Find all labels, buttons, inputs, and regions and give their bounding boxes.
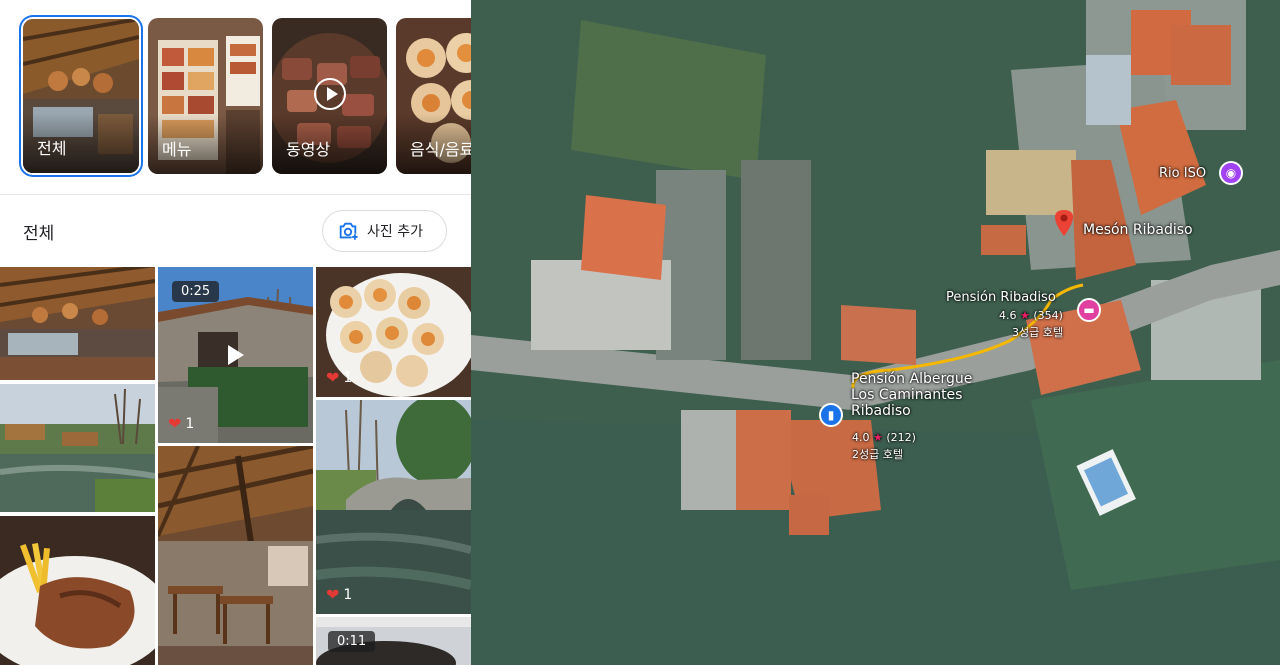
- albergue-rating: 4.0 ★ (212): [852, 431, 916, 444]
- star-icon: ★: [873, 431, 883, 444]
- heart-icon: ❤: [326, 585, 340, 604]
- add-photo-camera-icon: [339, 222, 359, 241]
- photo-tile-scallops[interactable]: ❤ 1: [316, 267, 471, 397]
- category-all[interactable]: 전체: [23, 19, 139, 173]
- likes: ❤ 1: [326, 585, 353, 604]
- photo-tile-grilled-meat[interactable]: [0, 516, 155, 665]
- photo-tile-dining-room[interactable]: [158, 446, 313, 665]
- play-icon: [228, 345, 244, 365]
- albergue-class: 2성급 호텔: [852, 448, 903, 461]
- photo-tile-video-2[interactable]: 0:11: [316, 617, 471, 665]
- satellite-imagery: [471, 0, 1280, 665]
- photo-tile-restaurant-interior[interactable]: [0, 267, 155, 380]
- heart-icon: ❤: [326, 368, 340, 387]
- play-icon: [314, 78, 346, 110]
- category-label: 전체: [37, 139, 67, 158]
- satellite-map[interactable]: Mesón Ribadiso Rio ISO ◉ Pensión Ribadis…: [471, 0, 1280, 665]
- video-duration: 0:11: [328, 631, 376, 652]
- photo-tile-river-bridge[interactable]: ❤ 1: [316, 400, 471, 614]
- category-menu[interactable]: 메뉴: [148, 18, 263, 174]
- category-video[interactable]: 동영상: [272, 18, 387, 174]
- star-icon: ★: [1020, 309, 1030, 322]
- place-label-albergue[interactable]: Pensión Albergue Los Caminantes Ribadiso: [851, 371, 972, 419]
- photo-tile-video-exterior[interactable]: 0:25 ❤ 1: [158, 267, 313, 443]
- pension-class: 3성급 호텔: [1012, 326, 1063, 339]
- place-label-pension-ribadiso[interactable]: Pensión Ribadiso: [946, 290, 1056, 306]
- photo-tile-river-village[interactable]: [0, 384, 155, 512]
- likes: ❤ 1: [168, 414, 195, 433]
- place-label-meson-ribadiso[interactable]: Mesón Ribadiso: [1083, 222, 1193, 238]
- section-title: 전체: [23, 224, 55, 244]
- photo-category-row: 전체 메뉴 동영상 음식/음료: [0, 0, 471, 195]
- category-food[interactable]: 음식/음료: [396, 18, 471, 174]
- photos-panel: 전체 메뉴 동영상 음식/음료 전체 사진 추가 0:25 ❤ 1 ❤ 1 ❤ …: [0, 0, 471, 665]
- camera-poi-icon[interactable]: ◉: [1219, 161, 1243, 185]
- category-label: 메뉴: [162, 140, 192, 159]
- hotel-poi-icon[interactable]: ▬: [1077, 298, 1101, 322]
- add-photo-label: 사진 추가: [367, 224, 423, 240]
- video-duration: 0:25: [172, 281, 220, 302]
- category-label: 음식/음료: [410, 140, 471, 159]
- add-photo-button[interactable]: 사진 추가: [322, 210, 447, 252]
- heart-icon: ❤: [168, 414, 182, 433]
- pension-rating: 4.6 ★ (354): [999, 309, 1063, 322]
- likes: ❤ 1: [326, 368, 353, 387]
- category-label: 동영상: [286, 140, 331, 159]
- lodging-poi-icon[interactable]: ▮: [819, 403, 843, 427]
- place-label-rio-iso[interactable]: Rio ISO: [1159, 166, 1206, 182]
